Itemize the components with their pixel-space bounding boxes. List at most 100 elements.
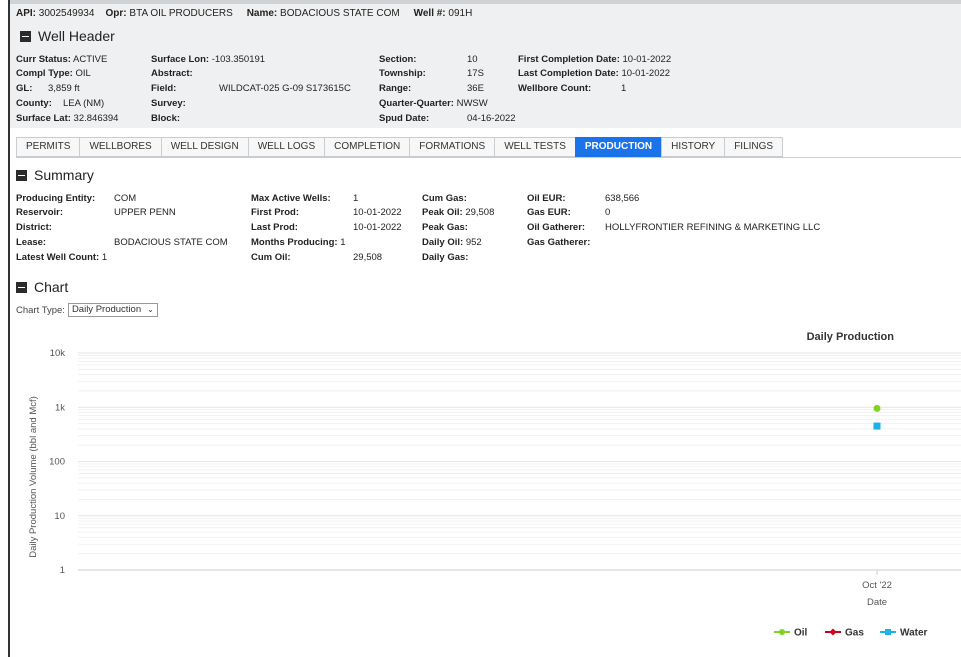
summary-toggle[interactable]: Summary (16, 167, 94, 183)
tab-production[interactable]: PRODUCTION (574, 137, 663, 157)
survey-field: Survey: (151, 98, 186, 109)
oil-gatherer-field: Oil Gatherer: HOLLYFRONTIER REFINING & MA… (527, 222, 820, 233)
y-tick-label: 10k (50, 348, 66, 359)
surface-lon-field: Surface Lon: -103.350191 (151, 54, 265, 65)
field-label: First Prod: (251, 207, 300, 218)
tab-wellbores[interactable]: WELLBORES (79, 137, 162, 157)
field-value: 1 (101, 252, 108, 263)
field-label: Spud Date: (379, 113, 430, 124)
chart-type-value: Daily Production (71, 304, 142, 315)
field-label: Compl Type: (16, 68, 73, 79)
collapse-icon[interactable] (16, 281, 27, 293)
field-label: Survey: (151, 98, 186, 109)
field-label: District: (16, 222, 52, 233)
name-value: BODACIOUS STATE COM (280, 8, 400, 19)
legend-item-gas[interactable]: Gas (825, 628, 864, 639)
field-name-field: Field: WILDCAT-025 G-09 S173615C (151, 83, 351, 94)
field-value: OIL (75, 68, 91, 79)
surface-lat-field: Surface Lat: 32.846394 (16, 113, 118, 124)
section-field: Section: 10 (379, 54, 478, 65)
field-label: Section: (379, 54, 417, 65)
field-label: Gas EUR: (527, 207, 571, 218)
field-label: Oil EUR: (527, 193, 566, 204)
field-value: UPPER PENN (114, 207, 176, 218)
field-label: Daily Gas: (422, 252, 469, 263)
field-label: Reservoir: (16, 207, 63, 218)
county-field: County: LEA (NM) (16, 98, 104, 109)
opr-label: Opr: (105, 8, 127, 19)
legend-marker (885, 629, 891, 635)
first-prod-field: First Prod: 10-01-2022 (251, 207, 402, 218)
well-header-toggle[interactable]: Well Header (20, 28, 115, 44)
chart-toggle[interactable]: Chart (16, 279, 68, 295)
field-label: Quarter-Quarter: (379, 98, 454, 109)
cum-oil-field: Cum Oil: 29,508 (251, 252, 382, 263)
peak-gas-field: Peak Gas: (422, 222, 468, 233)
tab-filings[interactable]: FILINGS (724, 137, 784, 157)
field-value: COM (114, 193, 137, 204)
legend-marker (779, 629, 785, 635)
field-value: 1 (353, 193, 359, 204)
tab-history[interactable]: HISTORY (661, 137, 726, 157)
field-label: Gas Gatherer: (527, 237, 591, 248)
well-number-label: Well #: (413, 8, 446, 19)
field-value: WILDCAT-025 G-09 S173615C (219, 83, 351, 94)
field-label: Producing Entity: (16, 193, 96, 204)
field-value: LEA (NM) (63, 98, 105, 109)
tab-formations[interactable]: FORMATIONS (409, 137, 496, 157)
field-value: 17S (467, 68, 484, 79)
water-point[interactable] (873, 422, 881, 430)
field-label: Cum Oil: (251, 252, 291, 263)
field-label: First Completion Date: (518, 54, 620, 65)
field-value: 04-16-2022 (467, 113, 516, 124)
cum-gas-field: Cum Gas: (422, 193, 467, 204)
legend-label: Gas (845, 628, 864, 639)
tab-well-design[interactable]: WELL DESIGN (160, 137, 249, 157)
field-value: 1 (621, 83, 627, 94)
collapse-icon[interactable] (16, 169, 27, 181)
latest-well-count-field: Latest Well Count: 1 (16, 252, 107, 263)
field-value: 29,508 (465, 207, 495, 218)
chevron-down-icon: ⌄ (147, 305, 154, 314)
tab-permits[interactable]: PERMITS (16, 137, 81, 157)
chart-type-select[interactable]: Daily Production ⌄ (67, 303, 158, 317)
field-value: HOLLYFRONTIER REFINING & MARKETING LLC (605, 222, 821, 233)
field-value: BODACIOUS STATE COM (114, 237, 228, 248)
field-value: 638,566 (605, 193, 640, 204)
legend-item-water[interactable]: Water (880, 628, 928, 639)
legend-item-oil[interactable]: Oil (774, 628, 808, 639)
oil-point[interactable] (873, 404, 881, 412)
data-points (873, 404, 881, 430)
legend-marker (829, 628, 837, 636)
block-field: Block: (151, 113, 180, 124)
tab-completion[interactable]: COMPLETION (324, 137, 411, 157)
tab-well-logs[interactable]: WELL LOGS (247, 137, 326, 157)
field-label: Last Prod: (251, 222, 298, 233)
field-value: 952 (465, 237, 482, 248)
field-label: Latest Well Count: (16, 252, 100, 263)
daily-gas-field: Daily Gas: (422, 252, 468, 263)
field-value: -103.350191 (211, 54, 266, 65)
months-producing-field: Months Producing: 1 (251, 237, 345, 248)
field-value: 0 (605, 207, 611, 218)
field-label: Daily Oil: (422, 237, 464, 248)
tabs-underline (16, 157, 961, 158)
field-value: 32.846394 (73, 113, 119, 124)
field-label: County: (16, 98, 52, 109)
field-value: 10-01-2022 (353, 207, 402, 218)
collapse-icon[interactable] (20, 30, 31, 42)
spud-date-field: Spud Date: 04-16-2022 (379, 113, 516, 124)
well-detail-page: API: 3002549934 Opr: BTA OIL PRODUCERS N… (10, 0, 961, 657)
field-label: Block: (151, 113, 181, 124)
field-label: Surface Lat: (16, 113, 71, 124)
field-value: 10-01-2022 (621, 68, 671, 79)
field-label: Lease: (16, 237, 47, 248)
well-tabs: PERMITS WELLBORES WELL DESIGN WELL LOGS … (16, 137, 784, 157)
tab-well-tests[interactable]: WELL TESTS (494, 137, 576, 157)
field-label: Township: (379, 68, 426, 79)
y-tick-label: 1 (60, 565, 65, 576)
legend-label: Water (900, 628, 928, 639)
range-field: Range: 36E (379, 83, 484, 94)
daily-oil-field: Daily Oil: 952 (422, 237, 482, 248)
chart-title: Daily Production (807, 331, 895, 343)
